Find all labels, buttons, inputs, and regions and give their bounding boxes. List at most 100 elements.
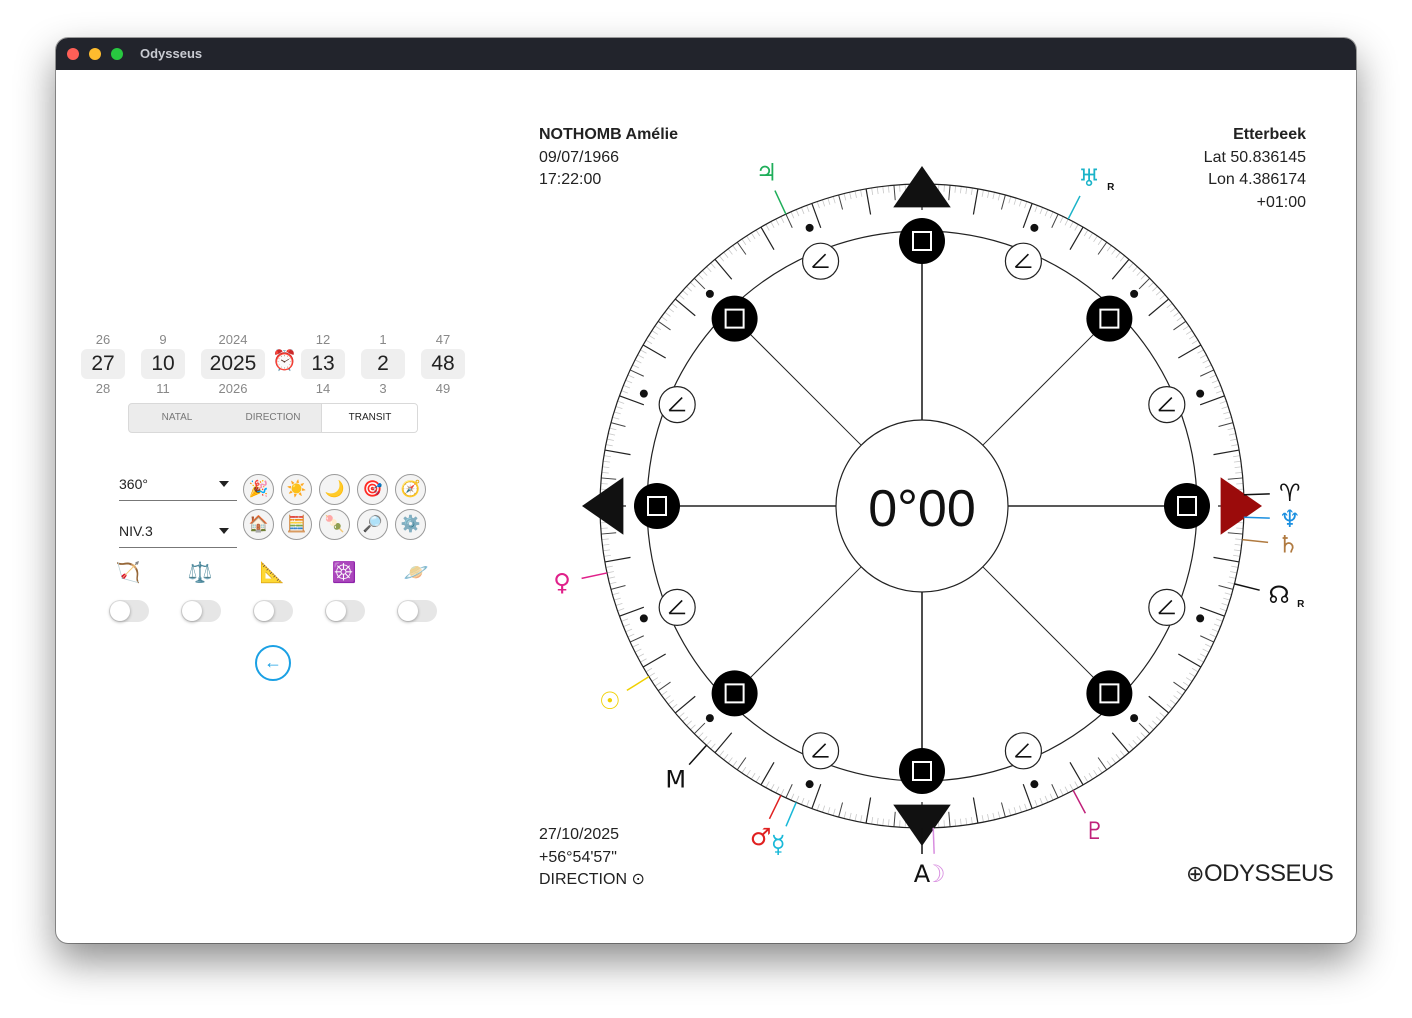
moon-icon-button[interactable]: 🌙: [319, 474, 350, 505]
level-select[interactable]: NIV.3: [119, 517, 237, 548]
center-degree-label: 0°00: [868, 480, 976, 538]
degree-tick: [648, 672, 656, 677]
degree-tick: [606, 438, 614, 441]
year-picker[interactable]: 2024 2025 2026: [201, 332, 265, 396]
degree-tick: [770, 221, 775, 229]
degree-tick: [876, 817, 879, 825]
degree-tick: [682, 716, 689, 722]
month-picker[interactable]: 9 10 11: [141, 332, 185, 396]
planet-glyph: ♃: [756, 158, 778, 186]
day-prev[interactable]: 26: [81, 332, 125, 347]
degree-tick: [1155, 716, 1162, 722]
celebration-icon-button[interactable]: 🎉: [243, 474, 274, 505]
aspect-node-major: [1086, 670, 1133, 717]
toggle-ruler[interactable]: [253, 600, 293, 622]
chevron-down-icon: [219, 481, 229, 487]
month-next[interactable]: 11: [141, 381, 185, 396]
hour-picker[interactable]: 12 13 14: [301, 332, 345, 396]
abacus-icon-button[interactable]: 🧮: [281, 509, 312, 540]
tab-natal[interactable]: NATAL: [129, 404, 225, 432]
degree-tick: [1132, 739, 1138, 746]
degree-tick: [642, 653, 666, 668]
hour-current[interactable]: 13: [301, 349, 345, 379]
degree-tick: [1140, 274, 1146, 280]
triangle-ruler-icon: 📐: [259, 562, 285, 584]
degree-tick: [678, 712, 685, 718]
house-icon-button[interactable]: 🏠: [243, 509, 274, 540]
degree-tick: [637, 653, 645, 658]
minute-picker[interactable]: 1 2 3: [361, 332, 405, 396]
month-current[interactable]: 10: [141, 349, 185, 379]
day-current[interactable]: 27: [81, 349, 125, 379]
hour-next[interactable]: 14: [301, 381, 345, 396]
dango-icon-button[interactable]: 🍡: [319, 509, 350, 540]
planet-leader-line: [1242, 538, 1269, 544]
toggle-scales[interactable]: [181, 600, 221, 622]
degree-tick: [1097, 766, 1103, 774]
degree-tick: [997, 811, 1001, 819]
minimize-window-button[interactable]: [89, 48, 101, 60]
day-picker[interactable]: 26 27 28: [81, 332, 125, 396]
year-current[interactable]: 2025: [201, 349, 265, 379]
degree-tick: [806, 799, 810, 807]
degree-select[interactable]: 360°: [119, 470, 237, 501]
degree-tick: [1235, 471, 1243, 474]
close-window-button[interactable]: [67, 48, 79, 60]
minute-next[interactable]: 3: [361, 381, 405, 396]
second-next[interactable]: 49: [421, 381, 465, 396]
degree-tick: [1106, 245, 1112, 252]
sun-icon-button[interactable]: ☀️: [281, 474, 312, 505]
degree-tick: [972, 188, 979, 215]
degree-tick: [634, 648, 642, 653]
degree-tick: [1213, 385, 1221, 389]
year-prev[interactable]: 2024: [201, 332, 265, 347]
planet-glyph: ♂: [750, 823, 772, 851]
degree-tick: [651, 677, 659, 682]
degree-tick: [671, 303, 678, 309]
year-next[interactable]: 2026: [201, 381, 265, 396]
degree-tick: [1209, 633, 1217, 638]
day-next[interactable]: 28: [81, 381, 125, 396]
degree-tick: [732, 245, 738, 252]
degree-tick: [702, 270, 708, 276]
astro-wheel[interactable]: 0°00 ♃♅R♈♆R♄R☊R♇☽A☿♂M☉♀: [546, 118, 1306, 898]
magnifier-icon-button[interactable]: 🔎: [357, 509, 388, 540]
degree-tick: [780, 216, 785, 224]
second-prev[interactable]: 47: [421, 332, 465, 347]
degree-tick: [1128, 262, 1134, 269]
degree-tick: [822, 199, 826, 207]
target-icon-button[interactable]: 🎯: [357, 474, 388, 505]
toggle-bow[interactable]: [109, 600, 149, 622]
hour-prev[interactable]: 12: [301, 332, 345, 347]
tab-transit[interactable]: TRANSIT: [321, 404, 417, 432]
tab-direction[interactable]: DIRECTION: [225, 404, 321, 432]
planet-leader-line: [626, 675, 650, 692]
degree-tick: [736, 241, 747, 255]
back-arrow-button[interactable]: ←: [255, 645, 291, 681]
degree-tick: [632, 643, 640, 648]
degree-tick: [1140, 732, 1146, 738]
degree-tick: [1185, 330, 1193, 335]
degree-tick: [1069, 783, 1074, 791]
degree-tick: [1106, 760, 1112, 767]
degree-tick: [1224, 416, 1232, 420]
degree-tick: [1234, 466, 1242, 469]
degree-tick: [1227, 477, 1243, 480]
second-picker[interactable]: 47 48 49: [421, 332, 465, 396]
toggle-wheel[interactable]: [325, 600, 365, 622]
minute-prev[interactable]: 1: [361, 332, 405, 347]
degree-tick: [1178, 344, 1202, 359]
ring-marker: [1130, 289, 1139, 298]
second-current[interactable]: 48: [421, 349, 465, 379]
month-prev[interactable]: 9: [141, 332, 185, 347]
gear-icon-button[interactable]: ⚙️: [395, 509, 426, 540]
maximize-window-button[interactable]: [111, 48, 123, 60]
toggle-planet[interactable]: [397, 600, 437, 622]
degree-tick: [632, 364, 640, 369]
degree-tick: [1024, 201, 1028, 209]
degree-tick: [1191, 667, 1199, 673]
degree-tick: [970, 187, 973, 195]
degree-tick: [1176, 690, 1183, 696]
minute-current[interactable]: 2: [361, 349, 405, 379]
compass-icon-button[interactable]: 🧭: [395, 474, 426, 505]
